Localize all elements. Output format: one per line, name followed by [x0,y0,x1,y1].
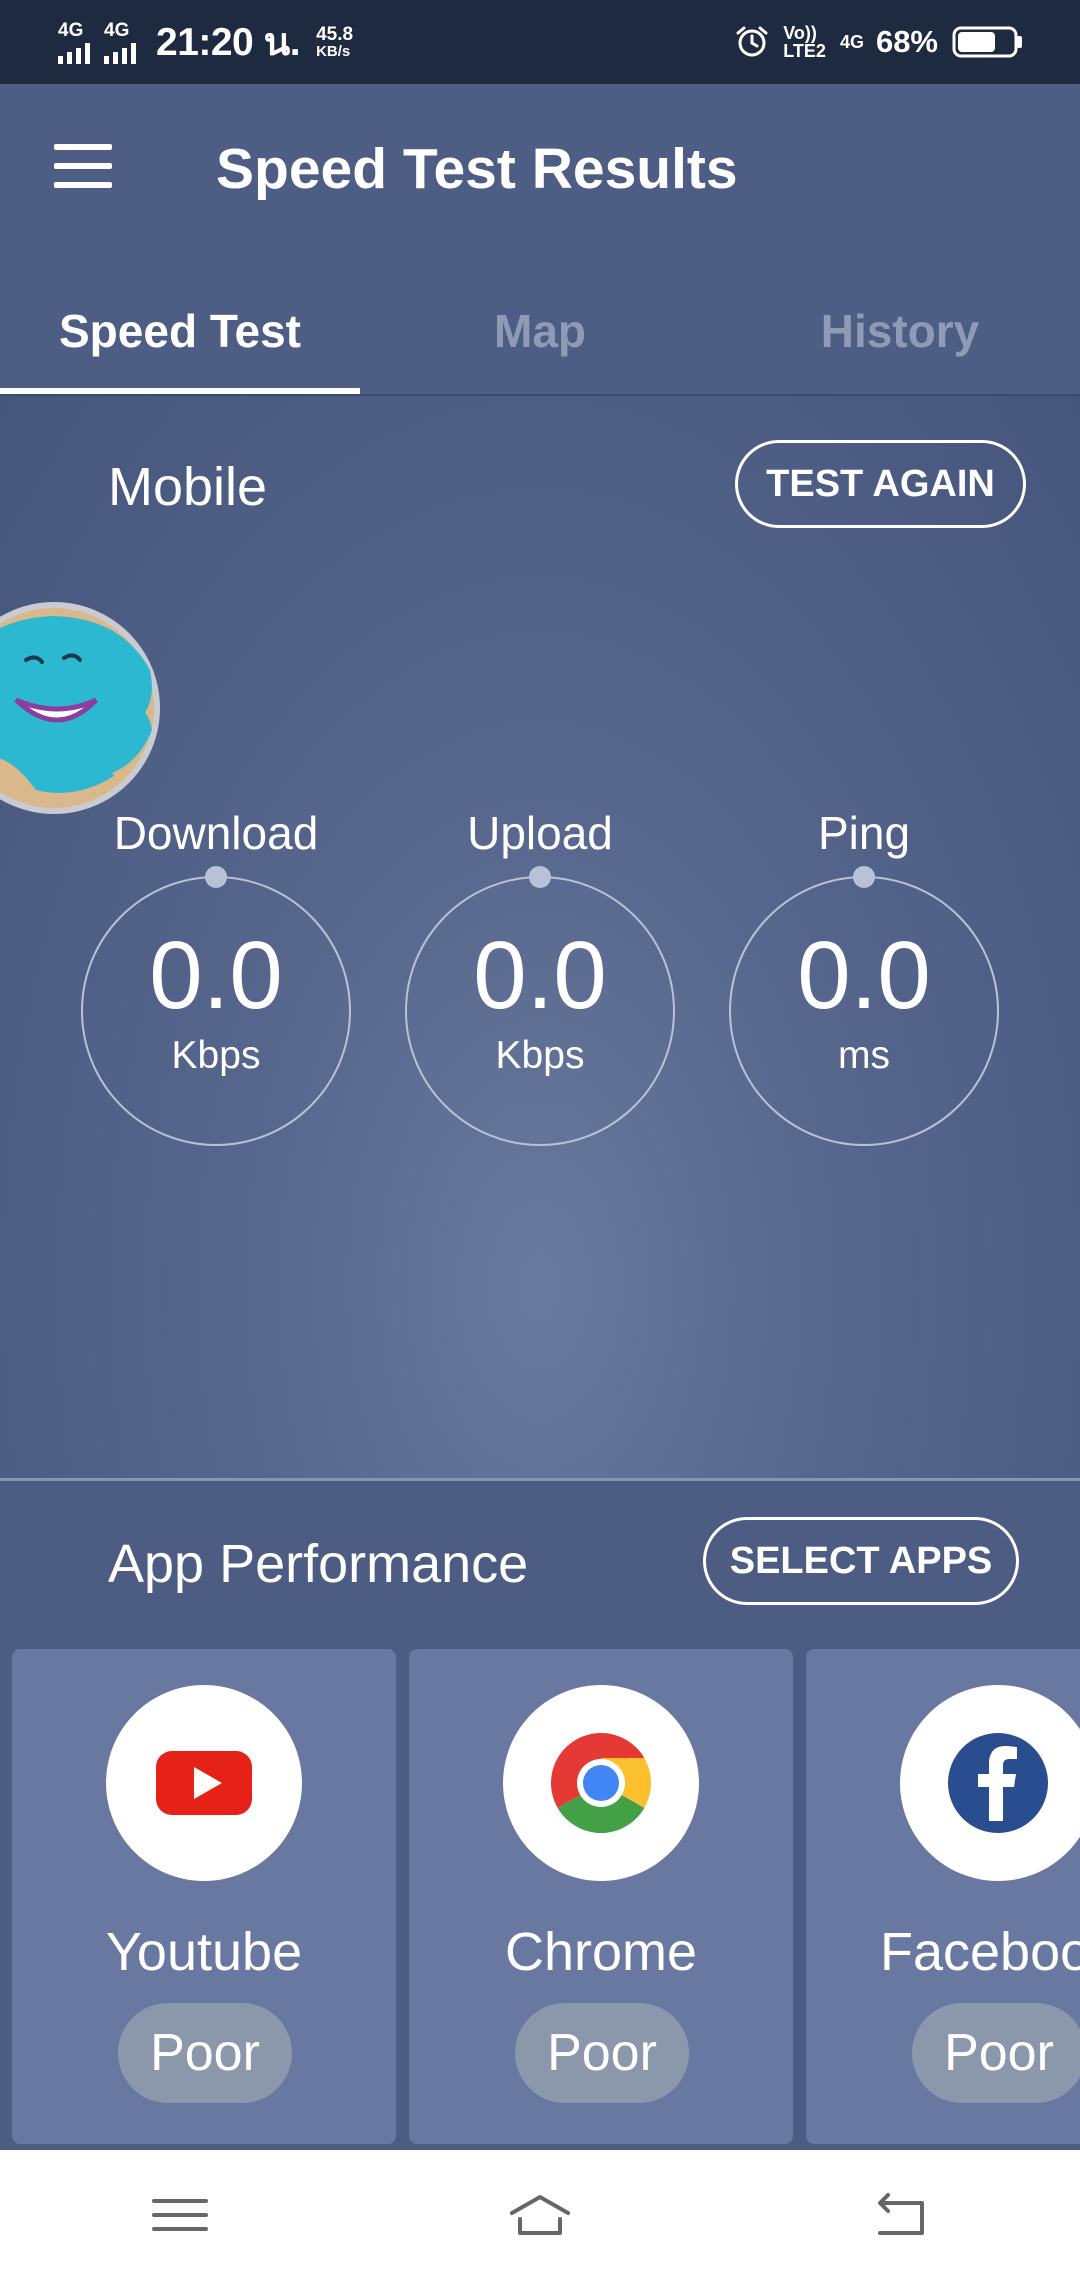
speed-results-panel: Mobile TEST AGAIN Download 0.0 Kbps Uplo… [0,396,1080,1481]
chrome-icon [551,1733,651,1833]
recent-apps-button[interactable] [130,2175,230,2255]
app-name: Youtube [105,1922,303,1982]
app-card-chrome[interactable]: Chrome Poor [409,1649,793,2144]
network-type-label: 4G [104,19,130,41]
home-icon [510,2195,570,2235]
upload-gauge: 0.0 Kbps [405,866,675,1146]
signal-icon [104,42,136,64]
gauge-knob [205,866,227,888]
status-left: 4G 4G 21:20 น. 45.8 KB/s [58,11,353,73]
battery-icon [952,26,1022,58]
app-icon-circle [503,1685,699,1881]
gauge-knob [529,866,551,888]
volte-indicator: Vo)) LTE2 [783,24,826,60]
metric-value: 0.0 [797,922,931,1029]
rating-badge: Poor [118,2003,292,2103]
metric-ping: Ping 0.0 ms [714,806,1014,1146]
download-gauge: 0.0 Kbps [81,866,351,1146]
gauge-knob [853,866,875,888]
menu-lines-icon [152,2199,208,2231]
connection-type-label: Mobile [108,457,268,517]
metric-unit: Kbps [171,1034,261,1077]
app-icon-circle [106,1685,302,1881]
network-indicator-2: 4G [104,21,136,64]
metric-unit: Kbps [495,1034,585,1077]
back-icon [878,2193,924,2235]
network-speed-unit: KB/s [316,43,351,60]
app-name: Chrome [504,1922,698,1982]
tab-history[interactable]: History [720,264,1080,394]
app-card-youtube[interactable]: Youtube Poor [12,1649,396,2144]
home-button[interactable] [490,2175,590,2255]
metric-label: Download [113,807,319,859]
tab-bar: Speed Test Map History [0,264,1080,396]
app-bar: Speed Test Results Speed Test Map Histor… [0,84,1080,396]
rating-badge: Poor [515,2003,689,2103]
test-again-button[interactable]: TEST AGAIN [735,440,1026,528]
mascot-icon [0,602,160,814]
metric-label: Ping [817,807,911,859]
metric-value: 0.0 [149,922,283,1029]
metric-value: 0.0 [473,922,607,1029]
app-icon-circle [900,1685,1080,1881]
alarm-icon [736,26,768,57]
app-performance-title: App Performance [108,1534,529,1594]
hamburger-icon [54,144,116,188]
volte-bottom-label: LTE2 [783,41,826,61]
battery-percent: 68% [875,24,938,59]
app-card-facebook[interactable]: Faceboo Poor [806,1649,1080,2144]
back-button[interactable] [850,2175,950,2255]
volte-top-label: Vo)) [783,23,817,43]
tab-speed-test[interactable]: Speed Test [0,264,360,394]
app-card-carousel[interactable]: Youtube Poor Chrome Poor Faceboo Poor [12,1649,1080,2144]
metric-download: Download 0.0 Kbps [66,806,366,1146]
app-name: Faceboo [880,1922,1080,1982]
rating-badge: Poor [912,2003,1080,2103]
status-bar: 4G 4G 21:20 น. 45.8 KB/s Vo)) LTE2 4G 68… [0,0,1080,84]
page-title: Speed Test Results [216,137,738,201]
tab-map[interactable]: Map [360,264,720,394]
data-type-label: 4G [839,32,864,52]
signal-icon [58,42,90,64]
network-speed-value: 45.8 [316,24,354,45]
youtube-icon [156,1751,252,1815]
metric-unit: ms [838,1034,890,1077]
clock: 21:20 น. [156,21,301,64]
metric-upload: Upload 0.0 Kbps [390,806,690,1146]
system-nav-bar [0,2150,1080,2280]
menu-button[interactable] [54,144,116,192]
ping-gauge: 0.0 ms [729,866,999,1146]
status-right: Vo)) LTE2 4G 68% [735,24,1024,60]
network-indicator-1: 4G [58,21,90,64]
metric-label: Upload [467,807,613,859]
app-performance-section: App Performance SELECT APPS Youtube Poor [0,1481,1080,2150]
select-apps-button[interactable]: SELECT APPS [703,1517,1019,1605]
facebook-icon [948,1733,1048,1833]
network-speed: 45.8 KB/s [316,25,353,59]
network-type-label: 4G [58,19,84,41]
